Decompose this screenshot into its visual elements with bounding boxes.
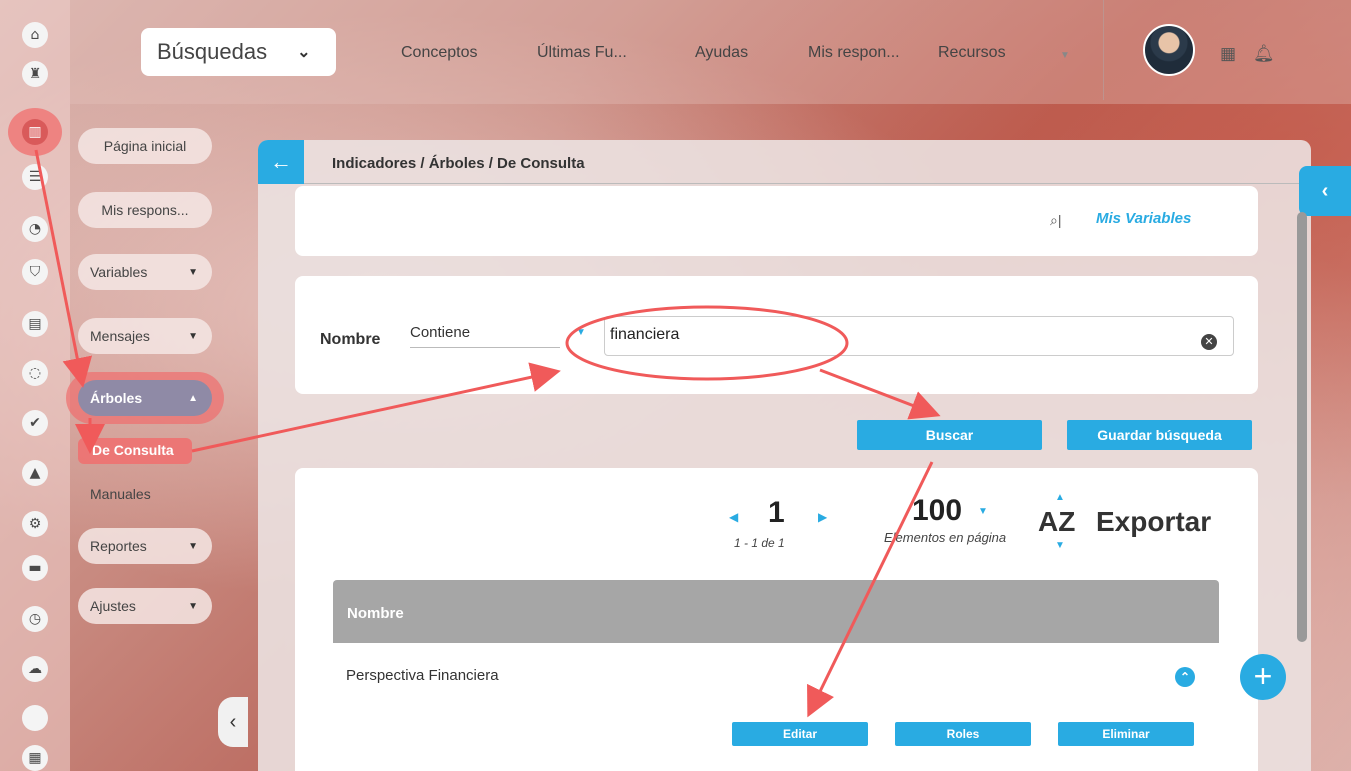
annotation-arrow: [807, 461, 934, 718]
annotation-arrows: [34, 149, 941, 718]
annotation-ellipse: [565, 305, 849, 381]
annotation-arrow: [191, 362, 561, 453]
annotation-arrow: [819, 368, 941, 420]
annotation-arrow: [34, 149, 93, 388]
